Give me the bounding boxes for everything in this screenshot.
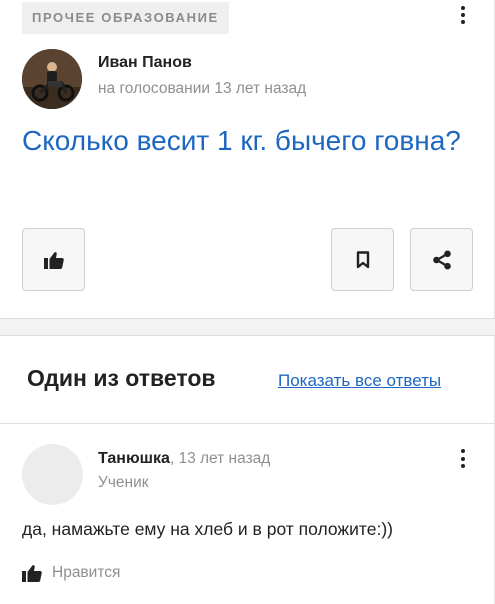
- thumbs-up-icon: [22, 565, 42, 582]
- share-button[interactable]: [410, 228, 473, 291]
- answer-kebab-menu-icon[interactable]: [456, 449, 470, 468]
- thumbs-up-icon: [43, 251, 64, 269]
- divider: [0, 423, 495, 424]
- question-author-name[interactable]: Иван Панов: [98, 54, 192, 72]
- like-answer-button[interactable]: Нравится: [22, 564, 120, 582]
- question-card: ПРОЧЕЕ ОБРАЗОВАНИЕ Иван Панов на голосов…: [0, 0, 495, 319]
- answer-time: , 13 лет назад: [169, 450, 271, 467]
- answer-author-avatar[interactable]: [22, 444, 83, 505]
- like-question-button[interactable]: [22, 228, 85, 291]
- category-badge[interactable]: ПРОЧЕЕ ОБРАЗОВАНИЕ: [22, 2, 229, 34]
- section-gap: [0, 319, 495, 336]
- answer-author-rank: Ученик: [98, 474, 149, 491]
- question-kebab-menu-icon[interactable]: [456, 6, 470, 24]
- answers-heading: Один из ответов: [27, 365, 216, 391]
- answer-text: да, намажьте ему на хлеб и в рот положит…: [22, 519, 393, 539]
- bookmark-icon: [356, 250, 369, 268]
- share-icon: [432, 250, 451, 269]
- page: ПРОЧЕЕ ОБРАЗОВАНИЕ Иван Панов на голосов…: [0, 0, 495, 604]
- question-title[interactable]: Сколько весит 1 кг. бычего говна?: [22, 120, 462, 162]
- like-label: Нравится: [52, 564, 121, 581]
- question-meta: на голосовании 13 лет назад: [98, 80, 307, 97]
- question-author-avatar[interactable]: [22, 49, 82, 109]
- answers-card: Один из ответов Показать все ответы Таню…: [0, 336, 495, 604]
- bookmark-button[interactable]: [331, 228, 394, 291]
- answer-author-name[interactable]: Танюшка: [98, 450, 170, 467]
- answer-author-line: Танюшка, 13 лет назад: [98, 450, 270, 468]
- show-all-answers-link[interactable]: Показать все ответы: [278, 371, 441, 391]
